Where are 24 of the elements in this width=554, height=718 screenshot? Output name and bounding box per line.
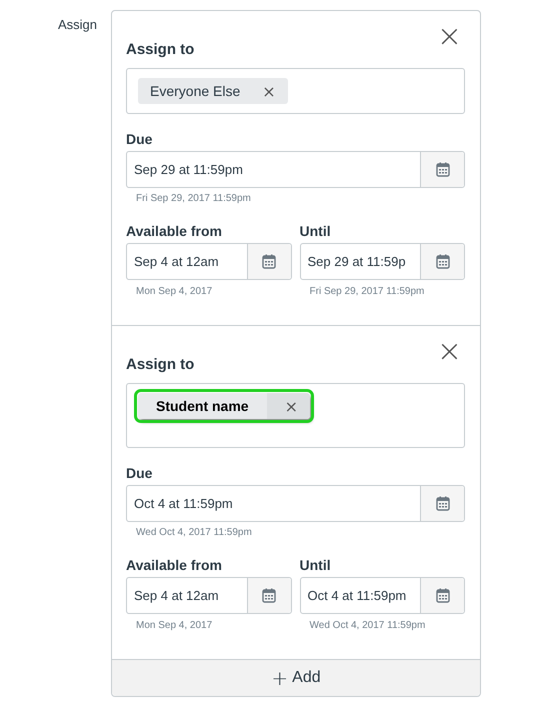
date-hint: Wed Oct 4, 2017 11:59pm	[310, 620, 426, 631]
plus-icon: +	[271, 668, 288, 688]
field-label: Available from	[126, 222, 223, 241]
remove-button[interactable]: ×	[284, 396, 298, 416]
date-hint: Mon Sep 4, 2017	[136, 620, 214, 631]
remove-button[interactable]: ×	[262, 82, 276, 100]
assign-to-field[interactable]: Everyone Else ×	[126, 68, 465, 114]
close-button[interactable]: ×	[436, 340, 462, 364]
section-label: Assign	[58, 17, 97, 32]
field-label: Available from	[126, 556, 223, 575]
date-hint: Fri Sep 29, 2017 11:59pm	[136, 193, 251, 204]
close-button[interactable]: ×	[436, 25, 462, 49]
field-label: Due	[126, 131, 152, 147]
date-hint: Fri Sep 29, 2017 11:59pm	[310, 286, 426, 297]
field-label: Until	[300, 556, 332, 575]
assignee-name: Everyone Else	[150, 83, 240, 99]
date-hint: Wed Oct 4, 2017 11:59pm	[136, 527, 252, 538]
field-label: Until	[300, 222, 332, 241]
assign-to-label: Assign to	[126, 356, 196, 375]
field-label: Due	[126, 465, 152, 481]
assign-to-field[interactable]: Student name ×	[126, 383, 465, 448]
assignee-name: Student name	[156, 398, 249, 414]
date-hint: Mon Sep 4, 2017	[136, 286, 214, 297]
assign-to-label: Assign to	[126, 41, 196, 60]
